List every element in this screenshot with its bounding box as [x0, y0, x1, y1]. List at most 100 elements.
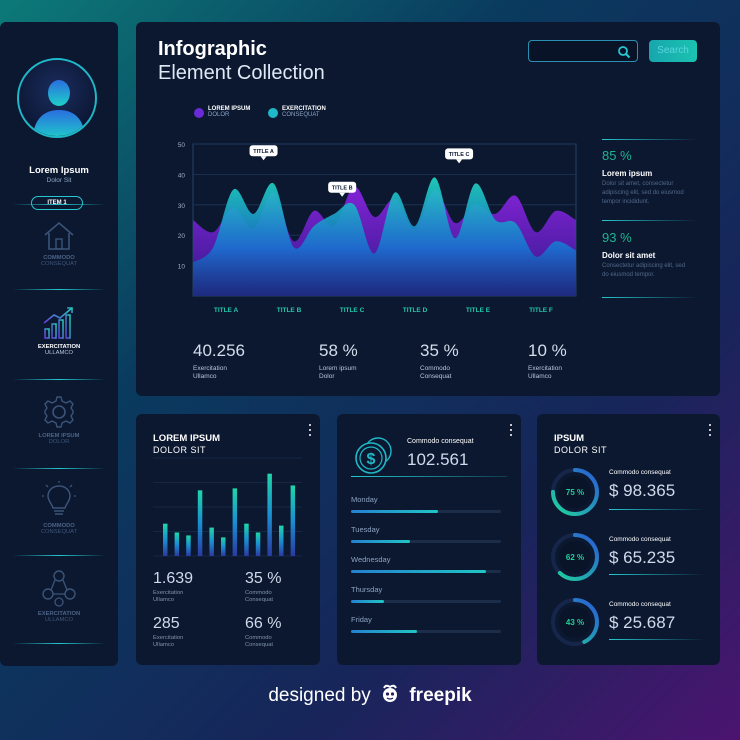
- side-title: Dolor sit amet: [602, 251, 656, 260]
- progress-fill: [351, 510, 438, 513]
- day-row: Monday: [351, 495, 501, 513]
- bar: [221, 537, 226, 556]
- search-input[interactable]: [528, 40, 638, 62]
- bar: [267, 473, 272, 556]
- divider: [602, 139, 698, 140]
- footer-brand: freepik: [409, 685, 472, 706]
- sidebar-item-exercitation[interactable]: EXERCITATION ULLAMCO: [0, 305, 118, 356]
- bar: [209, 527, 214, 556]
- side-description: Dolor sit amet, consectetur adipiscing e…: [602, 181, 684, 205]
- day-name: Thursday: [351, 585, 383, 594]
- day-name: Monday: [351, 495, 378, 504]
- callout-pointer: [260, 156, 267, 161]
- more-options-icon[interactable]: [709, 424, 711, 439]
- legend-dot: [194, 108, 204, 118]
- bar: [186, 535, 191, 556]
- day-row: Wednesday: [351, 555, 501, 573]
- coins-icon: $: [355, 437, 392, 474]
- divider: [12, 468, 106, 469]
- callout-label: TITLE C: [449, 152, 470, 158]
- callout-pointer: [456, 159, 463, 164]
- divider: [609, 574, 705, 575]
- progress-track: [351, 510, 501, 513]
- progress-track: [351, 540, 501, 543]
- more-options-icon[interactable]: [309, 424, 311, 439]
- sidebar-item-commodo-2[interactable]: COMMODO CONSEQUAT: [0, 480, 118, 535]
- gauge-value: $ 98.365: [609, 481, 676, 500]
- day-row: Thursday: [351, 585, 501, 603]
- callout-label: TITLE A: [253, 149, 274, 155]
- bar-chart: [153, 457, 302, 557]
- y-tick-label: 20: [178, 233, 186, 240]
- progress-fill: [351, 570, 486, 573]
- sidebar-item-exercitation-2[interactable]: EXERCITATION ULLAMCO: [0, 568, 118, 623]
- search-icon[interactable]: [617, 45, 631, 59]
- legend-dot: [268, 108, 278, 118]
- legend-item: EXERCITATION CONSEQUAT: [268, 106, 326, 118]
- more-options-icon[interactable]: [510, 424, 512, 439]
- chart-callout[interactable]: TITLE A: [249, 145, 278, 161]
- sidebar-item-sublabel: DOLOR: [48, 439, 70, 445]
- side-title: Lorem ipsum: [602, 169, 653, 178]
- y-tick-label: 10: [178, 264, 186, 271]
- sidebar-item-lorem-ipsum[interactable]: LOREM IPSUM DOLOR: [0, 394, 118, 445]
- sidebar-item-commodo[interactable]: COMMODO CONSEQUAT: [0, 220, 118, 267]
- progress-fill: [351, 630, 417, 633]
- legend-subtitle: DOLOR: [208, 112, 230, 118]
- progress-track: [351, 600, 501, 603]
- legend-subtitle: CONSEQUAT: [282, 112, 320, 118]
- stat-value: 285: [153, 615, 180, 632]
- day-name: Tuesday: [351, 525, 380, 534]
- search-button[interactable]: Search: [649, 40, 697, 62]
- item-1-button[interactable]: ITEM 1: [31, 196, 83, 210]
- user-icon: [33, 80, 85, 136]
- x-tick-label: TITLE D: [403, 307, 428, 314]
- stat-value: 35 %: [245, 570, 282, 587]
- bar: [163, 523, 168, 556]
- sidebar-item-sublabel: ULLAMCO: [44, 617, 74, 623]
- stat-label: Exercitation Ullamco: [153, 590, 184, 603]
- side-percent: 93 %: [602, 230, 632, 245]
- home-icon: [44, 221, 74, 250]
- y-tick-label: 50: [178, 142, 186, 149]
- gauge-label: Commodo consequat: [609, 601, 671, 608]
- chart-callout[interactable]: TITLE C: [445, 148, 474, 164]
- sidebar-item-sublabel: ULLAMCO: [44, 350, 74, 356]
- stat-value: 35 %: [420, 341, 459, 360]
- growth-chart-icon: [43, 307, 73, 339]
- avatar[interactable]: [17, 58, 97, 138]
- sidebar-item-sublabel: CONSEQUAT: [40, 261, 78, 267]
- day-row: Tuesday: [351, 525, 501, 543]
- divider: [602, 220, 698, 221]
- x-tick-label: TITLE C: [340, 307, 365, 314]
- bar-chart-card: LOREM IPSUM DOLOR SIT 1.639 Exercitation…: [136, 414, 320, 665]
- total-label: Commodo consequat: [407, 438, 474, 445]
- callout-label: TITLE B: [332, 185, 353, 191]
- divider: [12, 555, 106, 556]
- y-tick-label: 30: [178, 203, 186, 210]
- gauge-label: Commodo consequat: [609, 536, 671, 543]
- stat-label: Exercitation Ullamco: [193, 365, 227, 380]
- stat-value: 66 %: [245, 615, 282, 632]
- x-tick-label: TITLE E: [466, 307, 491, 314]
- stat-label: Commodo Consequat: [420, 365, 452, 380]
- stat-value: 58 %: [319, 341, 358, 360]
- main-panel: Infographic Element Collection Search LO…: [136, 22, 720, 396]
- x-tick-label: TITLE F: [529, 307, 553, 314]
- sidebar-item-sublabel: CONSEQUAT: [40, 529, 78, 535]
- bar: [197, 490, 203, 556]
- stat-value: 10 %: [528, 341, 567, 360]
- stat-label: Exercitation Ullamco: [528, 365, 562, 380]
- divider: [602, 297, 698, 298]
- x-tick-label: TITLE B: [277, 307, 302, 314]
- svg-text:$: $: [367, 451, 376, 468]
- gauge-value: $ 25.687: [609, 613, 676, 632]
- legend-item: LOREM IPSUM DOLOR: [194, 106, 250, 118]
- side-percent: 85 %: [602, 148, 632, 163]
- gear-icon: [44, 396, 74, 428]
- user-subtitle: Dolor Sit: [46, 177, 72, 184]
- total-value: 102.561: [407, 450, 469, 469]
- footer-prefix: designed by: [268, 685, 371, 706]
- progress-fill: [351, 600, 384, 603]
- bar: [290, 485, 296, 556]
